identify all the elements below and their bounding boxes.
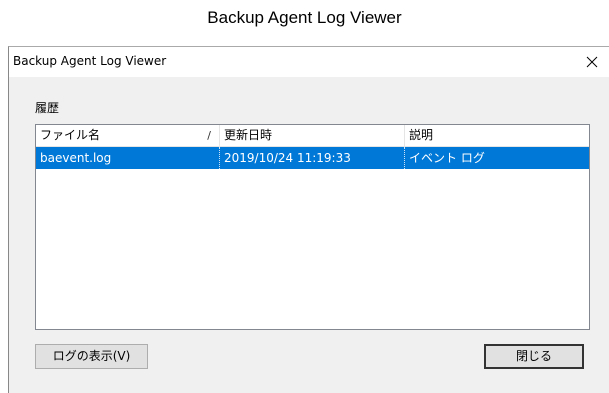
title-bar: Backup Agent Log Viewer — [9, 47, 609, 77]
close-button[interactable]: 閉じる — [484, 344, 584, 369]
column-header-filename[interactable]: ファイル名 / — [36, 125, 220, 146]
column-header-modified[interactable]: 更新日時 — [220, 125, 405, 146]
sort-indicator-icon: / — [207, 129, 211, 142]
column-header-label: 説明 — [409, 128, 434, 142]
column-header-label: ファイル名 — [40, 128, 101, 142]
log-file-list[interactable]: ファイル名 / 更新日時 説明 baevent.log 2019/10/24 1… — [35, 124, 590, 330]
show-log-button[interactable]: ログの表示(V) — [35, 344, 148, 369]
table-row[interactable]: baevent.log 2019/10/24 11:19:33 イベント ログ — [36, 147, 589, 169]
page-caption: Backup Agent Log Viewer — [207, 8, 402, 27]
window-title: Backup Agent Log Viewer — [13, 54, 167, 68]
list-header: ファイル名 / 更新日時 説明 — [36, 125, 589, 147]
close-icon — [586, 56, 598, 68]
cell-description: イベント ログ — [409, 151, 485, 165]
log-viewer-window: Backup Agent Log Viewer 履歴 ファイル名 / 更新日時 … — [8, 46, 609, 393]
history-label: 履歴 — [35, 101, 60, 115]
column-header-description[interactable]: 説明 — [405, 125, 589, 146]
column-header-label: 更新日時 — [224, 128, 273, 142]
close-window-button[interactable] — [575, 47, 609, 77]
cell-modified: 2019/10/24 11:19:33 — [224, 151, 351, 165]
cell-filename: baevent.log — [40, 151, 112, 165]
